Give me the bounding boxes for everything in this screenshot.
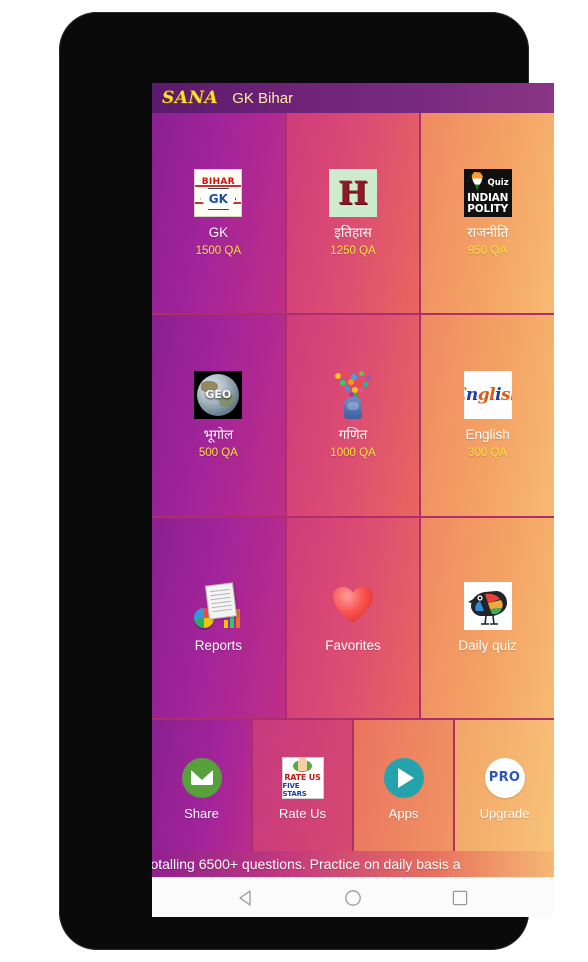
english-icon: English [463,371,512,420]
sana-brand-logo: SANA [162,87,219,108]
tile-label: इतिहास [334,224,372,240]
scrolling-info-banner: ns, totalling 6500+ questions. Practice … [152,851,554,877]
back-triangle-icon [239,889,251,906]
tile-rajniti[interactable]: Quiz INDIAN POLITY राजनीति 950 QA [421,113,554,316]
android-navigation-bar [152,877,554,917]
tile-bhugol[interactable]: GEO भूगोल 500 QA [152,315,287,518]
recents-button[interactable] [450,888,470,908]
tile-apps[interactable]: Apps [354,719,455,851]
tile-itihas[interactable]: H इतिहास 1250 QA [286,113,422,316]
recents-square-icon [453,890,468,905]
icon-text-geo: GEO [205,388,232,402]
icon-text-quiz: Quiz [487,177,509,188]
rate-us-thumbsup-icon: RATE US FIVE STARS [281,756,325,800]
app-title-bar: SANA GK Bihar [152,83,554,113]
tile-label: Favorites [325,637,381,653]
google-play-apps-icon [382,756,426,800]
document-icon [205,582,238,620]
tile-label: गणित [338,427,368,443]
tile-question-count: 1500 QA [195,244,242,257]
tile-gk[interactable]: BIHAR GK GK 1500 QA [152,113,287,316]
bihar-gk-icon: BIHAR GK [194,168,243,217]
tile-reports[interactable]: Reports [152,517,287,720]
tile-favorites[interactable]: Favorites [286,517,422,720]
envelope-share-icon [180,756,224,800]
heart-icon [329,582,377,630]
tile-label: GK [208,224,229,240]
parrot-bird-icon [463,581,512,630]
grid-row-3: Reports Favorites Daily quiz [152,517,554,720]
home-circle-icon [345,889,361,906]
tile-label: राजनीति [467,224,509,240]
tile-label: Daily quiz [458,637,517,653]
tile-question-count: 500 QA [198,447,238,460]
grid-row-4-actions: Share RATE US FIVE STARS Rate Us Apps PR… [152,719,554,851]
back-button[interactable] [236,888,256,908]
tile-label: Upgrade [479,805,530,821]
icon-text-pro: PRO [488,770,521,786]
idea-burst-icon [333,371,373,398]
icon-text-english: English [464,385,512,406]
tile-label: Share [184,805,219,821]
phone-screen: SANA GK Bihar BIHAR GK GK 1500 QA H इतिह… [152,83,554,917]
icon-text-rate-us: RATE US [284,772,321,782]
tile-label: भूगोल [203,427,234,443]
pro-upgrade-icon: PRO [483,756,527,800]
subject-grid: BIHAR GK GK 1500 QA H इतिहास 1250 QA Qui… [152,113,554,851]
grid-row-1: BIHAR GK GK 1500 QA H इतिहास 1250 QA Qui… [152,113,554,316]
tile-label: Reports [194,637,242,653]
icon-text-five-stars: FIVE STARS [282,781,307,798]
tile-ganit[interactable]: गणित 1000 QA [286,315,422,518]
tile-share[interactable]: Share [152,719,253,851]
page-title: GK Bihar [232,89,294,107]
tile-daily-quiz[interactable]: Daily quiz [421,517,554,720]
tile-label: Rate Us [279,805,326,821]
tile-question-count: 950 QA [468,244,508,257]
geography-globe-icon: GEO [194,371,243,420]
math-mind-burst-icon [329,371,377,420]
icon-text-polity: POLITY [467,202,509,215]
india-map-icon [471,171,483,191]
tile-rate-us[interactable]: RATE US FIVE STARS Rate Us [253,719,354,851]
tile-label: Apps [388,805,419,821]
tile-question-count: 1250 QA [330,244,376,257]
reports-chart-icon [194,582,242,630]
device-frame: SANA GK Bihar BIHAR GK GK 1500 QA H इतिह… [59,12,554,950]
icon-text-h: H [337,173,369,212]
history-h-icon: H [329,168,377,217]
home-button[interactable] [343,888,363,908]
icon-text-gk: GK [208,191,228,206]
tile-english[interactable]: English English 300 QA [421,315,554,518]
tile-label: English [465,427,510,443]
head-silhouette-icon [344,397,362,420]
tile-upgrade[interactable]: PRO Upgrade [455,719,554,851]
tile-question-count: 300 QA [468,447,508,460]
tile-question-count: 1000 QA [330,447,376,460]
indian-polity-quiz-icon: Quiz INDIAN POLITY [463,168,512,217]
grid-row-2: GEO भूगोल 500 QA गणित 1000 QA nglis Engl… [152,315,554,518]
banner-text: ns, totalling 6500+ questions. Practice … [152,856,461,872]
